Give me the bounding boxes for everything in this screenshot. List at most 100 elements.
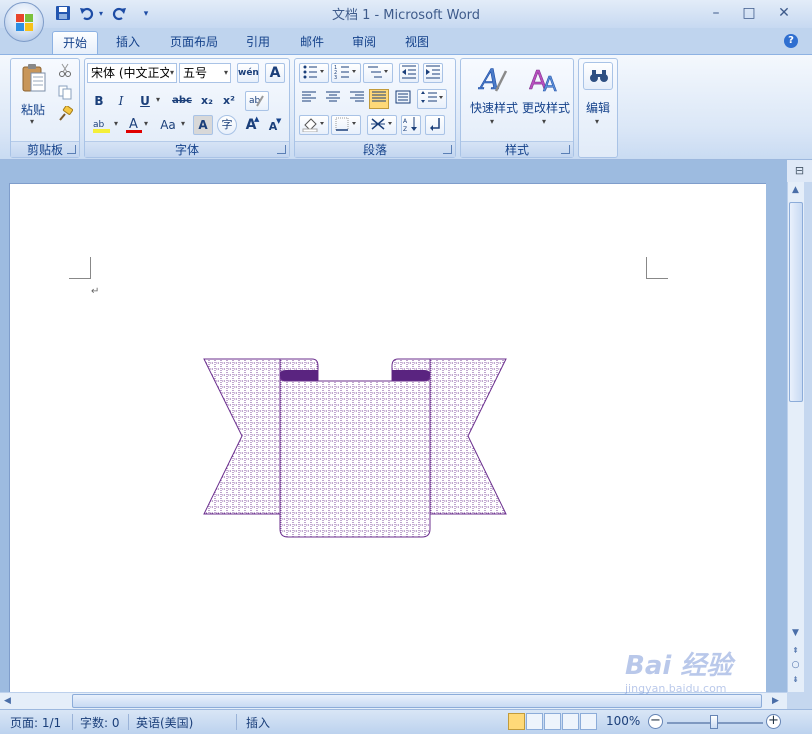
underline-dropdown-icon[interactable]: ▾ <box>156 95 160 104</box>
language-indicator[interactable]: 英语(美国) <box>136 714 193 731</box>
cut-icon[interactable] <box>55 61 75 81</box>
font-launcher-icon[interactable] <box>277 145 286 154</box>
outline-view-icon[interactable] <box>562 713 579 730</box>
tab-home[interactable]: 开始 <box>52 31 99 55</box>
paste-label: 粘贴 <box>20 103 45 117</box>
vertical-scrollbar[interactable]: ▲ ▼ ⇞ ○ ⇟ <box>787 182 804 692</box>
quick-styles-label: 快速样式 <box>469 101 518 115</box>
justify-icon[interactable] <box>369 89 389 109</box>
chinese-layout-icon[interactable] <box>367 115 397 135</box>
change-styles-label: 更改样式 <box>521 101 570 115</box>
tab-review[interactable]: 审阅 <box>342 31 386 55</box>
font-group-label: 字体 <box>85 141 289 157</box>
zoom-out-button[interactable]: − <box>648 714 663 729</box>
tab-insert[interactable]: 插入 <box>106 31 150 55</box>
page-count[interactable]: 页面: 1/1 <box>10 714 61 731</box>
text-effects-icon[interactable]: ab <box>245 91 269 111</box>
change-styles-button[interactable]: A A 更改样式 ▾ <box>519 61 573 131</box>
quick-styles-dropdown-icon: ▾ <box>490 117 495 126</box>
zoom-in-button[interactable]: + <box>766 714 781 729</box>
help-icon[interactable]: ? <box>784 34 798 48</box>
web-layout-view-icon[interactable] <box>544 713 561 730</box>
shading-icon[interactable] <box>299 115 329 135</box>
document-page[interactable]: ↵ <box>9 183 766 692</box>
paragraph-launcher-icon[interactable] <box>443 145 452 154</box>
quick-styles-button[interactable]: A 快速样式 ▾ <box>465 61 519 131</box>
title-bar: ▾ ▾ 文档 1 - Microsoft Word – □ ✕ <box>0 0 812 28</box>
ruler-toggle-icon[interactable]: ⊟ <box>787 160 812 182</box>
svg-text:A: A <box>129 117 138 132</box>
line-spacing-icon[interactable] <box>417 89 447 109</box>
change-case-button[interactable]: Aa <box>155 115 181 135</box>
distributed-icon[interactable] <box>393 89 413 109</box>
superscript-button[interactable]: x² <box>219 91 239 111</box>
tab-references[interactable]: 引用 <box>236 31 280 55</box>
grow-arrow-icon: ▲ <box>254 115 260 123</box>
paragraph-mark: ↵ <box>91 286 100 297</box>
insert-mode[interactable]: 插入 <box>246 714 270 731</box>
enclose-characters-button[interactable]: 字 <box>217 115 237 135</box>
show-marks-icon[interactable] <box>425 115 445 135</box>
subscript-button[interactable]: x₂ <box>197 91 217 111</box>
status-separator <box>236 714 237 730</box>
bold-button[interactable]: B <box>89 91 109 111</box>
paste-button[interactable]: 粘贴 ▾ <box>17 63 49 126</box>
sort-icon[interactable]: AZ <box>401 115 421 135</box>
font-size-combo[interactable]: 五号 ▾ <box>179 63 231 83</box>
tab-view[interactable]: 视图 <box>395 31 439 55</box>
phonetic-guide-icon[interactable]: wén <box>237 63 259 83</box>
tab-mailings[interactable]: 邮件 <box>290 31 334 55</box>
align-left-icon[interactable] <box>299 89 319 109</box>
zoom-slider-thumb[interactable] <box>710 715 718 729</box>
banner-left-tail <box>203 358 281 515</box>
scroll-up-icon[interactable]: ▲ <box>788 182 803 198</box>
close-button[interactable]: ✕ <box>770 3 798 23</box>
ribbon-banner-shape[interactable] <box>200 354 510 544</box>
scroll-left-icon[interactable]: ◀ <box>0 693 15 709</box>
editing-group[interactable]: 编辑 ▾ <box>578 58 618 158</box>
watermark-site: jingyan.baidu.com <box>625 682 727 695</box>
styles-group-label: 样式 <box>461 141 573 157</box>
borders-icon[interactable] <box>331 115 361 135</box>
full-screen-reading-view-icon[interactable] <box>526 713 543 730</box>
underline-button[interactable]: U <box>135 91 155 111</box>
styles-launcher-icon[interactable] <box>561 145 570 154</box>
highlight-dropdown-icon[interactable]: ▾ <box>114 119 118 128</box>
align-right-icon[interactable] <box>347 89 367 109</box>
status-separator <box>72 714 73 730</box>
increase-indent-icon[interactable] <box>423 63 443 83</box>
banner-right-fold <box>392 370 430 381</box>
highlight-color-button[interactable]: ab <box>89 115 117 135</box>
clipboard-launcher-icon[interactable] <box>67 145 76 154</box>
word-count[interactable]: 字数: 0 <box>80 714 120 731</box>
font-color-dropdown-icon[interactable]: ▾ <box>144 119 148 128</box>
italic-button[interactable]: I <box>111 91 131 111</box>
office-logo-icon <box>16 14 34 32</box>
paragraph-group-label: 段落 <box>295 141 455 157</box>
scroll-down-icon[interactable]: ▼ <box>788 625 803 641</box>
bullets-icon[interactable] <box>299 63 329 83</box>
zoom-level[interactable]: 100% <box>606 714 640 728</box>
change-case-dropdown-icon[interactable]: ▾ <box>181 119 185 128</box>
font-color-button[interactable]: A <box>123 115 145 135</box>
multilevel-list-icon[interactable] <box>363 63 393 83</box>
decrease-indent-icon[interactable] <box>399 63 419 83</box>
minimize-button[interactable]: – <box>702 3 730 23</box>
maximize-button[interactable]: □ <box>735 3 763 23</box>
character-shading-button[interactable]: A <box>193 115 213 135</box>
strikethrough-button[interactable]: abc <box>169 91 195 111</box>
numbering-icon[interactable]: 123 <box>331 63 361 83</box>
clear-format-icon[interactable]: A <box>265 63 285 83</box>
print-layout-view-icon[interactable] <box>508 713 525 730</box>
draft-view-icon[interactable] <box>580 713 597 730</box>
chevron-down-icon: ▾ <box>223 68 228 77</box>
font-name-combo[interactable]: 宋体 (中文正文 ▾ <box>87 63 177 83</box>
copy-icon[interactable] <box>55 83 75 103</box>
tab-page-layout[interactable]: 页面布局 <box>160 31 228 55</box>
vertical-scroll-thumb[interactable] <box>789 202 803 402</box>
office-button[interactable] <box>4 2 44 42</box>
svg-text:A: A <box>543 72 557 95</box>
paste-icon <box>22 64 46 92</box>
align-center-icon[interactable] <box>323 89 343 109</box>
format-painter-icon[interactable] <box>55 105 75 125</box>
